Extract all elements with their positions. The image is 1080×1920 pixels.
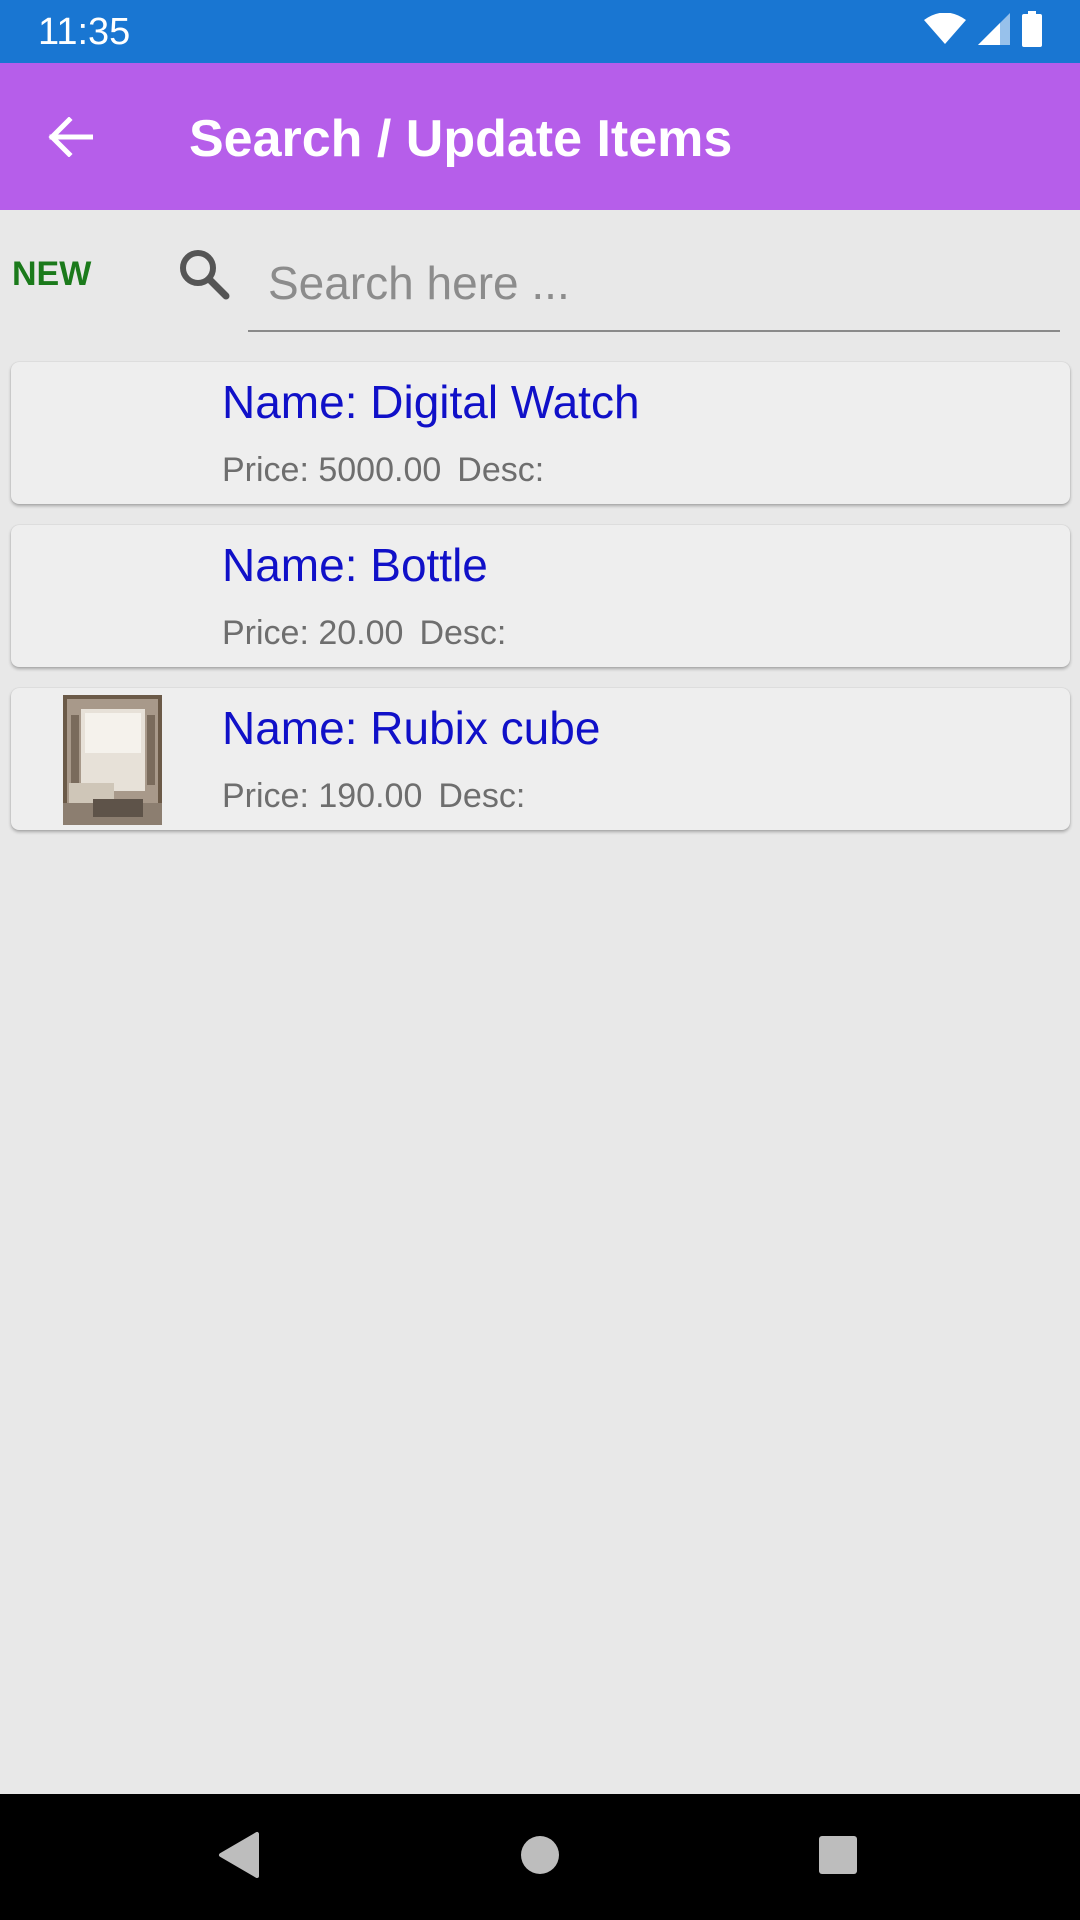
list-item[interactable]: Name: Digital Watch Price: 5000.00 Desc: bbox=[11, 362, 1070, 504]
item-name: Name: Bottle bbox=[222, 539, 488, 591]
item-name: Name: Rubix cube bbox=[222, 702, 601, 754]
cellular-signal-icon bbox=[978, 12, 1010, 50]
status-icons bbox=[924, 10, 1042, 52]
new-item-button[interactable]: NEW bbox=[12, 252, 91, 296]
item-meta: Price: 20.00 Desc: bbox=[222, 613, 506, 653]
search-icon bbox=[176, 246, 232, 302]
nav-home-icon bbox=[520, 1835, 560, 1880]
item-meta: Price: 5000.00 Desc: bbox=[222, 450, 544, 490]
status-time: 11:35 bbox=[38, 11, 131, 53]
item-desc: Desc: bbox=[438, 777, 526, 815]
app-bar: Search / Update Items bbox=[0, 63, 1080, 210]
navigation-bar bbox=[0, 1794, 1080, 1920]
item-name: Name: Digital Watch bbox=[222, 376, 640, 428]
battery-icon bbox=[1022, 10, 1042, 52]
item-price: Price: 190.00 bbox=[222, 777, 423, 815]
item-meta: Price: 190.00 Desc: bbox=[222, 776, 525, 816]
status-bar: 11:35 bbox=[0, 0, 1080, 63]
nav-back-icon bbox=[217, 1831, 261, 1884]
page-title: Search / Update Items bbox=[189, 110, 733, 168]
item-price: Price: 20.00 bbox=[222, 614, 404, 652]
list-item[interactable]: Name: Bottle Price: 20.00 Desc: bbox=[11, 525, 1070, 667]
search-input[interactable] bbox=[248, 236, 1060, 332]
back-button[interactable] bbox=[38, 107, 102, 171]
arrow-back-icon bbox=[47, 115, 94, 162]
nav-recents-icon bbox=[818, 1835, 858, 1880]
nav-back-button[interactable] bbox=[209, 1827, 269, 1887]
item-list: Name: Digital Watch Price: 5000.00 Desc: … bbox=[11, 362, 1070, 851]
nav-home-button[interactable] bbox=[510, 1827, 570, 1887]
nav-recents-button[interactable] bbox=[808, 1827, 868, 1887]
item-desc: Desc: bbox=[419, 614, 507, 652]
item-thumbnail bbox=[63, 695, 162, 825]
list-item[interactable]: Name: Rubix cube Price: 190.00 Desc: bbox=[11, 688, 1070, 830]
wifi-icon bbox=[924, 12, 966, 50]
item-price: Price: 5000.00 bbox=[222, 451, 442, 489]
item-desc: Desc: bbox=[457, 451, 545, 489]
